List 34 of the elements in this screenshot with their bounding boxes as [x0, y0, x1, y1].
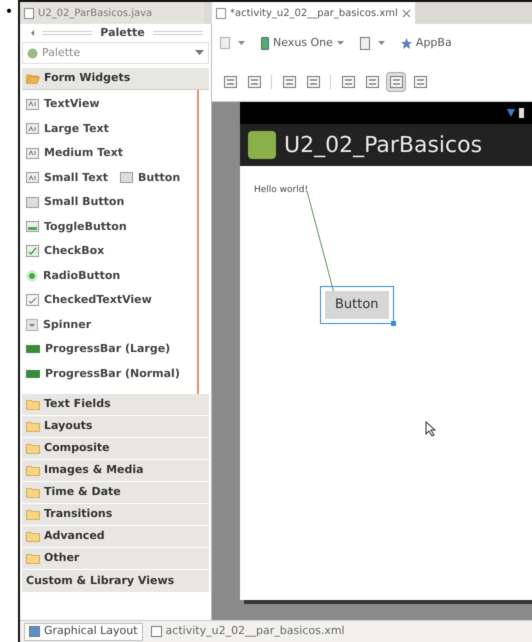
palette-category[interactable]: Form Widgets — [22, 68, 209, 90]
palette-category[interactable]: Text Fields — [22, 394, 209, 416]
palette-title: Palette — [100, 24, 145, 41]
app-title: U2_02_ParBasicos — [284, 132, 482, 160]
palette-category[interactable]: Layouts — [22, 416, 209, 438]
widget-button[interactable]: Button — [325, 291, 389, 319]
palette-item[interactable]: ProgressBar (Normal) — [26, 366, 180, 382]
palette-item[interactable]: Spinner — [26, 316, 92, 333]
palette-category[interactable]: Composite — [22, 438, 209, 460]
palette-item[interactable]: Medium Text — [26, 145, 124, 162]
theme-selector[interactable]: AppBa — [400, 34, 452, 52]
bullet: • — [4, 6, 14, 22]
palette-item[interactable]: CheckBox — [26, 243, 104, 260]
palette-dropdown[interactable]: Palette — [22, 42, 209, 64]
palette-category[interactable]: Images & Media — [22, 460, 209, 482]
palette-item[interactable]: RadioButton — [26, 268, 120, 284]
editor-view-tab[interactable]: Graphical Layout — [24, 622, 143, 640]
device-selector[interactable]: Nexus One — [261, 34, 344, 52]
palette-item[interactable]: Large Text — [26, 120, 109, 137]
hello-text: Hello world! — [254, 184, 308, 197]
palette-item[interactable]: CheckedTextView — [26, 292, 152, 308]
palette-category[interactable]: Custom & Library Views — [22, 570, 209, 592]
palette-item[interactable]: Small Text — [26, 170, 108, 186]
palette-item[interactable]: Small Button — [26, 194, 124, 210]
editor-tab[interactable]: *activity_u2_02__par_basicos.xml — [212, 2, 415, 24]
palette-item[interactable]: TextView — [26, 96, 100, 112]
palette-item[interactable]: ProgressBar (Large) — [26, 341, 170, 358]
palette-category[interactable]: Transitions — [22, 504, 209, 526]
palette-category[interactable]: Time & Date — [22, 482, 209, 504]
palette-category[interactable]: Advanced — [22, 526, 209, 548]
palette-category[interactable]: Other — [22, 548, 209, 570]
editor-view-tab[interactable]: activity_u2_02__par_basicos.xml — [146, 622, 349, 640]
palette-item[interactable]: Button — [120, 170, 180, 186]
palette-item[interactable]: ToggleButton — [26, 218, 127, 235]
